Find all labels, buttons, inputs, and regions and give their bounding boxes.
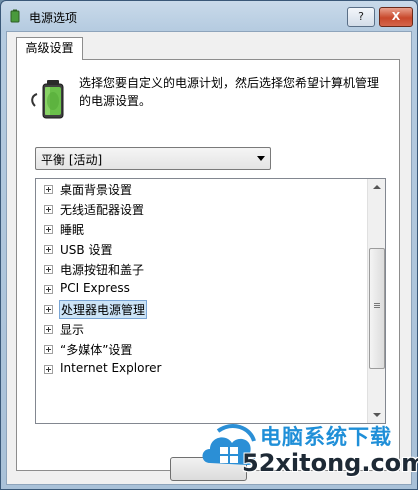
- tree-item-label: PCI Express: [60, 281, 130, 295]
- expand-plus-icon[interactable]: [44, 185, 53, 194]
- tree-item-label: “多媒体”设置: [60, 343, 133, 357]
- window-title: 电源选项: [29, 11, 78, 25]
- tree-item[interactable]: 电源按钮和盖子: [36, 259, 368, 279]
- tree-item[interactable]: “多媒体”设置: [36, 339, 368, 359]
- expand-plus-icon[interactable]: [44, 265, 53, 274]
- tab-advanced-settings[interactable]: 高级设置: [16, 37, 83, 60]
- chevron-down-icon[interactable]: [257, 156, 265, 161]
- tree-item[interactable]: 睡眠: [36, 219, 368, 239]
- battery-plug-icon: [31, 80, 64, 119]
- vertical-scrollbar[interactable]: [367, 179, 385, 423]
- advanced-settings-panel: 选择您要自定义的电源计划，然后选择您希望计算机管理的电源设置。 平衡 [活动] …: [16, 59, 400, 471]
- tree-item[interactable]: USB 设置: [36, 239, 368, 259]
- expand-plus-icon[interactable]: [44, 305, 53, 314]
- description-text: 选择您要自定义的电源计划，然后选择您希望计算机管理的电源设置。: [79, 76, 380, 108]
- power-plan-select[interactable]: 平衡 [活动]: [35, 147, 271, 170]
- watermark-chinese-text: 电脑系统下载: [260, 425, 392, 449]
- power-options-icon: [10, 9, 20, 23]
- tree-item[interactable]: Internet Explorer: [36, 359, 368, 379]
- tree-item-label: 显示: [60, 323, 85, 337]
- scroll-thumb[interactable]: [369, 248, 385, 369]
- expand-plus-icon[interactable]: [44, 285, 53, 294]
- tree-item-label: 电源按钮和盖子: [60, 263, 145, 277]
- tree-item-label: Internet Explorer: [60, 361, 162, 375]
- help-button[interactable]: ?: [347, 7, 375, 27]
- tree-item[interactable]: 处理器电源管理: [36, 299, 368, 319]
- close-button[interactable]: X: [379, 7, 413, 27]
- expand-plus-icon[interactable]: [44, 325, 53, 334]
- settings-tree-list: 桌面背景设置 无线适配器设置 睡眠 USB 设置电源按钮和盖子 PCI Express 处…: [36, 179, 368, 379]
- expand-plus-icon[interactable]: [44, 245, 53, 254]
- tree-item[interactable]: 桌面背景设置: [36, 179, 368, 199]
- expand-plus-icon[interactable]: [44, 365, 53, 374]
- tree-item-label: 睡眠: [60, 223, 85, 237]
- expand-plus-icon[interactable]: [44, 205, 53, 214]
- title-bar[interactable]: 电源选项 ? X: [1, 1, 417, 31]
- watermark: 电脑系统下载 52xitong.com: [198, 415, 418, 490]
- expand-plus-icon[interactable]: [44, 225, 53, 234]
- tree-item-label: 处理器电源管理: [59, 300, 148, 319]
- settings-tree[interactable]: 桌面背景设置 无线适配器设置 睡眠 USB 设置电源按钮和盖子 PCI Express 处…: [35, 178, 386, 424]
- scroll-up-arrow-icon[interactable]: [368, 179, 385, 196]
- tree-item-label: USB 设置: [60, 243, 113, 257]
- tree-item[interactable]: 无线适配器设置: [36, 199, 368, 219]
- tree-item-label: 桌面背景设置: [60, 183, 133, 197]
- tree-item[interactable]: PCI Express: [36, 279, 368, 299]
- expand-plus-icon[interactable]: [44, 345, 53, 354]
- power-plan-value: 平衡 [活动]: [41, 153, 103, 167]
- tree-item-label: 无线适配器设置: [60, 203, 145, 217]
- watermark-url-text: 52xitong.com: [242, 449, 418, 477]
- grip-icon: [374, 303, 380, 304]
- tree-item[interactable]: 显示: [36, 319, 368, 339]
